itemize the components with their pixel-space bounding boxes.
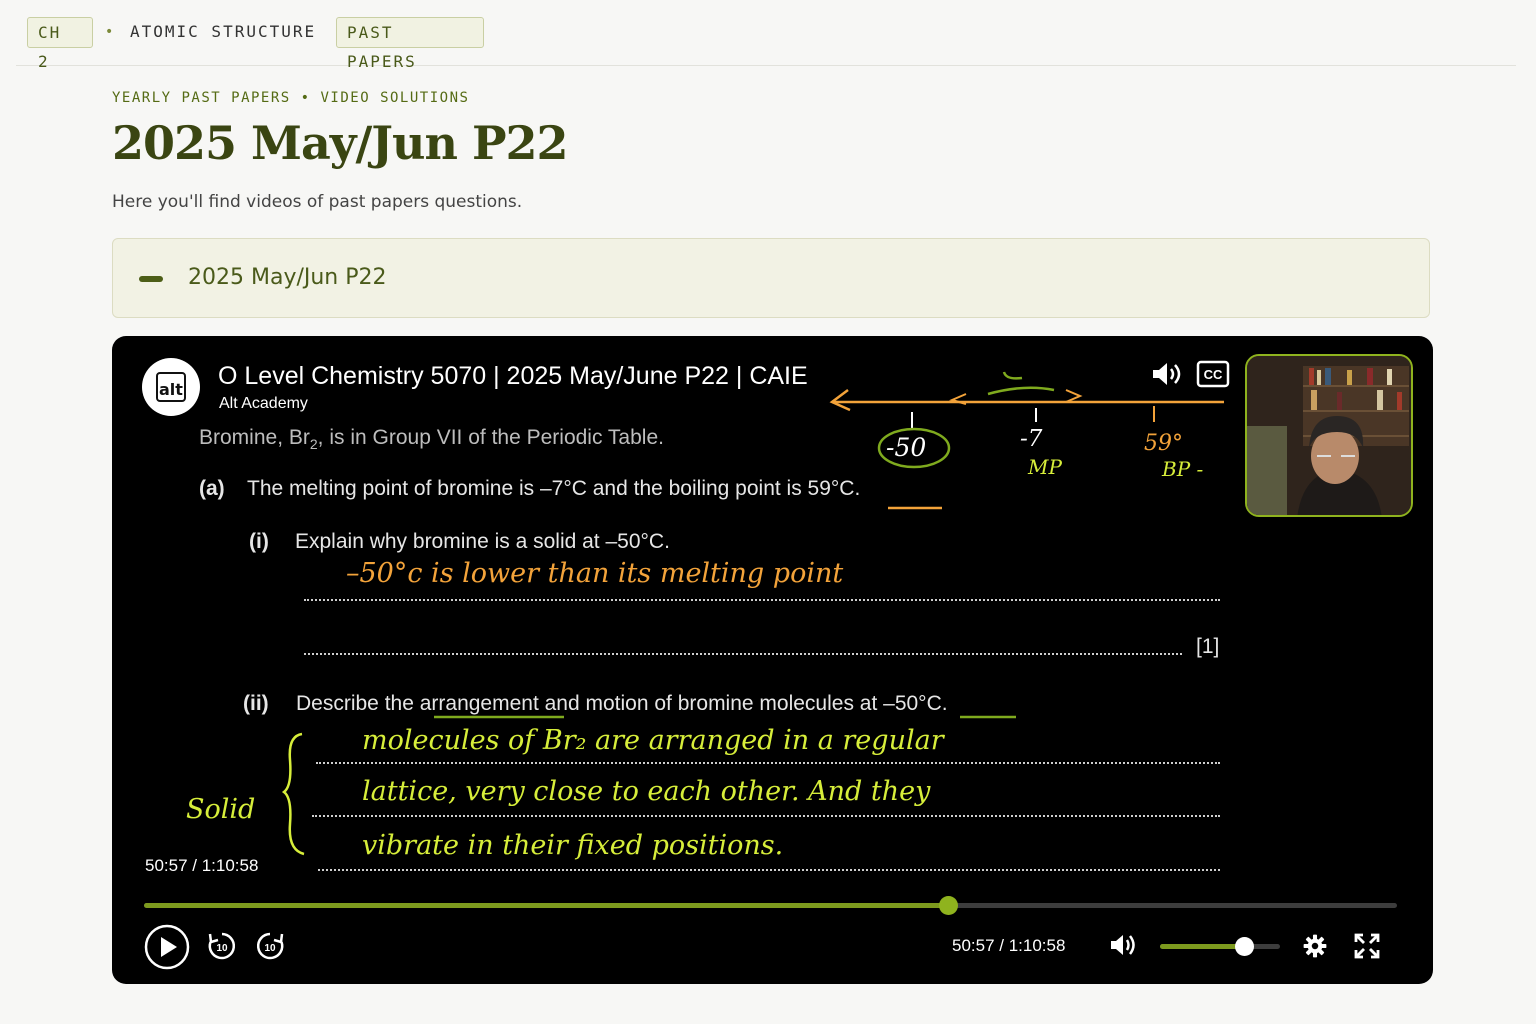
answer-ii-line2: lattice, very close to each other. And t… [362, 776, 931, 807]
logo-text: alt [159, 380, 183, 399]
progress-fill [144, 903, 948, 908]
gear-icon[interactable] [1302, 933, 1328, 959]
question-ii-label: (ii) [243, 692, 269, 715]
page-title: 2025 May/Jun P22 [112, 116, 569, 170]
progress-bar[interactable] [144, 896, 1397, 915]
answer-i: –50°c is lower than its melting point [346, 558, 844, 589]
video-title[interactable]: O Level Chemistry 5070 | 2025 May/June P… [218, 362, 808, 391]
annotation-bp: BP - [1161, 457, 1204, 481]
question-ii-text: Describe the arrangement and motion of b… [296, 692, 948, 715]
volume-handle[interactable] [1235, 937, 1254, 956]
answer-ii-line1: molecules of Br₂ are arranged in a regul… [362, 725, 944, 756]
underline-50 [960, 715, 1016, 719]
question-i-text: Explain why bromine is a solid at –50°C. [295, 530, 670, 553]
video-player[interactable]: alt O Level Chemistry 5070 | 2025 May/Ju… [112, 336, 1433, 984]
volume-slider[interactable] [1160, 937, 1280, 956]
brace-annotation [281, 732, 305, 856]
accordion-label: 2025 May/Jun P22 [188, 265, 387, 290]
number-line-annotation: -50 -7 MP 59° BP - [829, 371, 1224, 481]
accordion-header[interactable]: 2025 May/Jun P22 [112, 238, 1430, 318]
question-a-text: The melting point of bromine is –7°C and… [247, 477, 861, 500]
question-a-label: (a) [199, 477, 225, 500]
time-overlay: 50:57 / 1:10:58 [145, 856, 259, 875]
answer-line [304, 599, 1220, 601]
answer-line [316, 762, 1220, 764]
volume-icon[interactable] [1109, 933, 1137, 957]
control-time: 50:57 / 1:10:58 [952, 936, 1066, 955]
breadcrumb-separator: • [105, 24, 114, 40]
annotation-minus7: -7 [1020, 426, 1043, 452]
question-i-label: (i) [249, 530, 269, 553]
play-icon[interactable] [144, 924, 190, 970]
question-i-marks: [1] [1196, 635, 1220, 658]
rewind-10-icon[interactable]: 10 [206, 930, 238, 962]
forward-label: 10 [264, 943, 276, 954]
answer-line [318, 869, 1220, 871]
presenter-webcam [1245, 354, 1413, 517]
video-channel[interactable]: Alt Academy [219, 395, 308, 413]
rewind-label: 10 [216, 943, 228, 954]
page-subtitle: Here you'll find videos of past papers q… [112, 192, 523, 212]
collapse-icon[interactable] [139, 276, 163, 282]
progress-handle[interactable] [938, 896, 958, 915]
answer-line [304, 653, 1182, 655]
fullscreen-icon[interactable] [1354, 933, 1380, 959]
volume-fill [1160, 944, 1244, 949]
annotation-minus50: -50 [886, 433, 926, 462]
underline-arrangement [434, 715, 564, 719]
page-eyebrow: YEARLY PAST PAPERS • VIDEO SOLUTIONS [112, 90, 470, 106]
answer-line [312, 815, 1220, 817]
breadcrumb-topic[interactable]: ATOMIC STRUCTURE [130, 20, 316, 44]
annotation-bp-value: 59° [1144, 431, 1183, 456]
side-note-solid: Solid [186, 794, 256, 825]
question-intro: Bromine, Br2, is in Group VII of the Per… [199, 426, 664, 453]
forward-10-icon[interactable]: 10 [254, 930, 286, 962]
answer-ii-line3: vibrate in their fixed positions. [362, 830, 784, 861]
breadcrumb: CH 2 • ATOMIC STRUCTURE PAST PAPERS [16, 0, 1516, 71]
underline-59 [888, 506, 942, 510]
breadcrumb-section[interactable]: PAST PAPERS [336, 17, 484, 71]
annotation-mp: MP [1027, 455, 1062, 479]
breadcrumb-chapter[interactable]: CH 2 [27, 17, 93, 71]
channel-avatar[interactable]: alt [142, 358, 200, 416]
